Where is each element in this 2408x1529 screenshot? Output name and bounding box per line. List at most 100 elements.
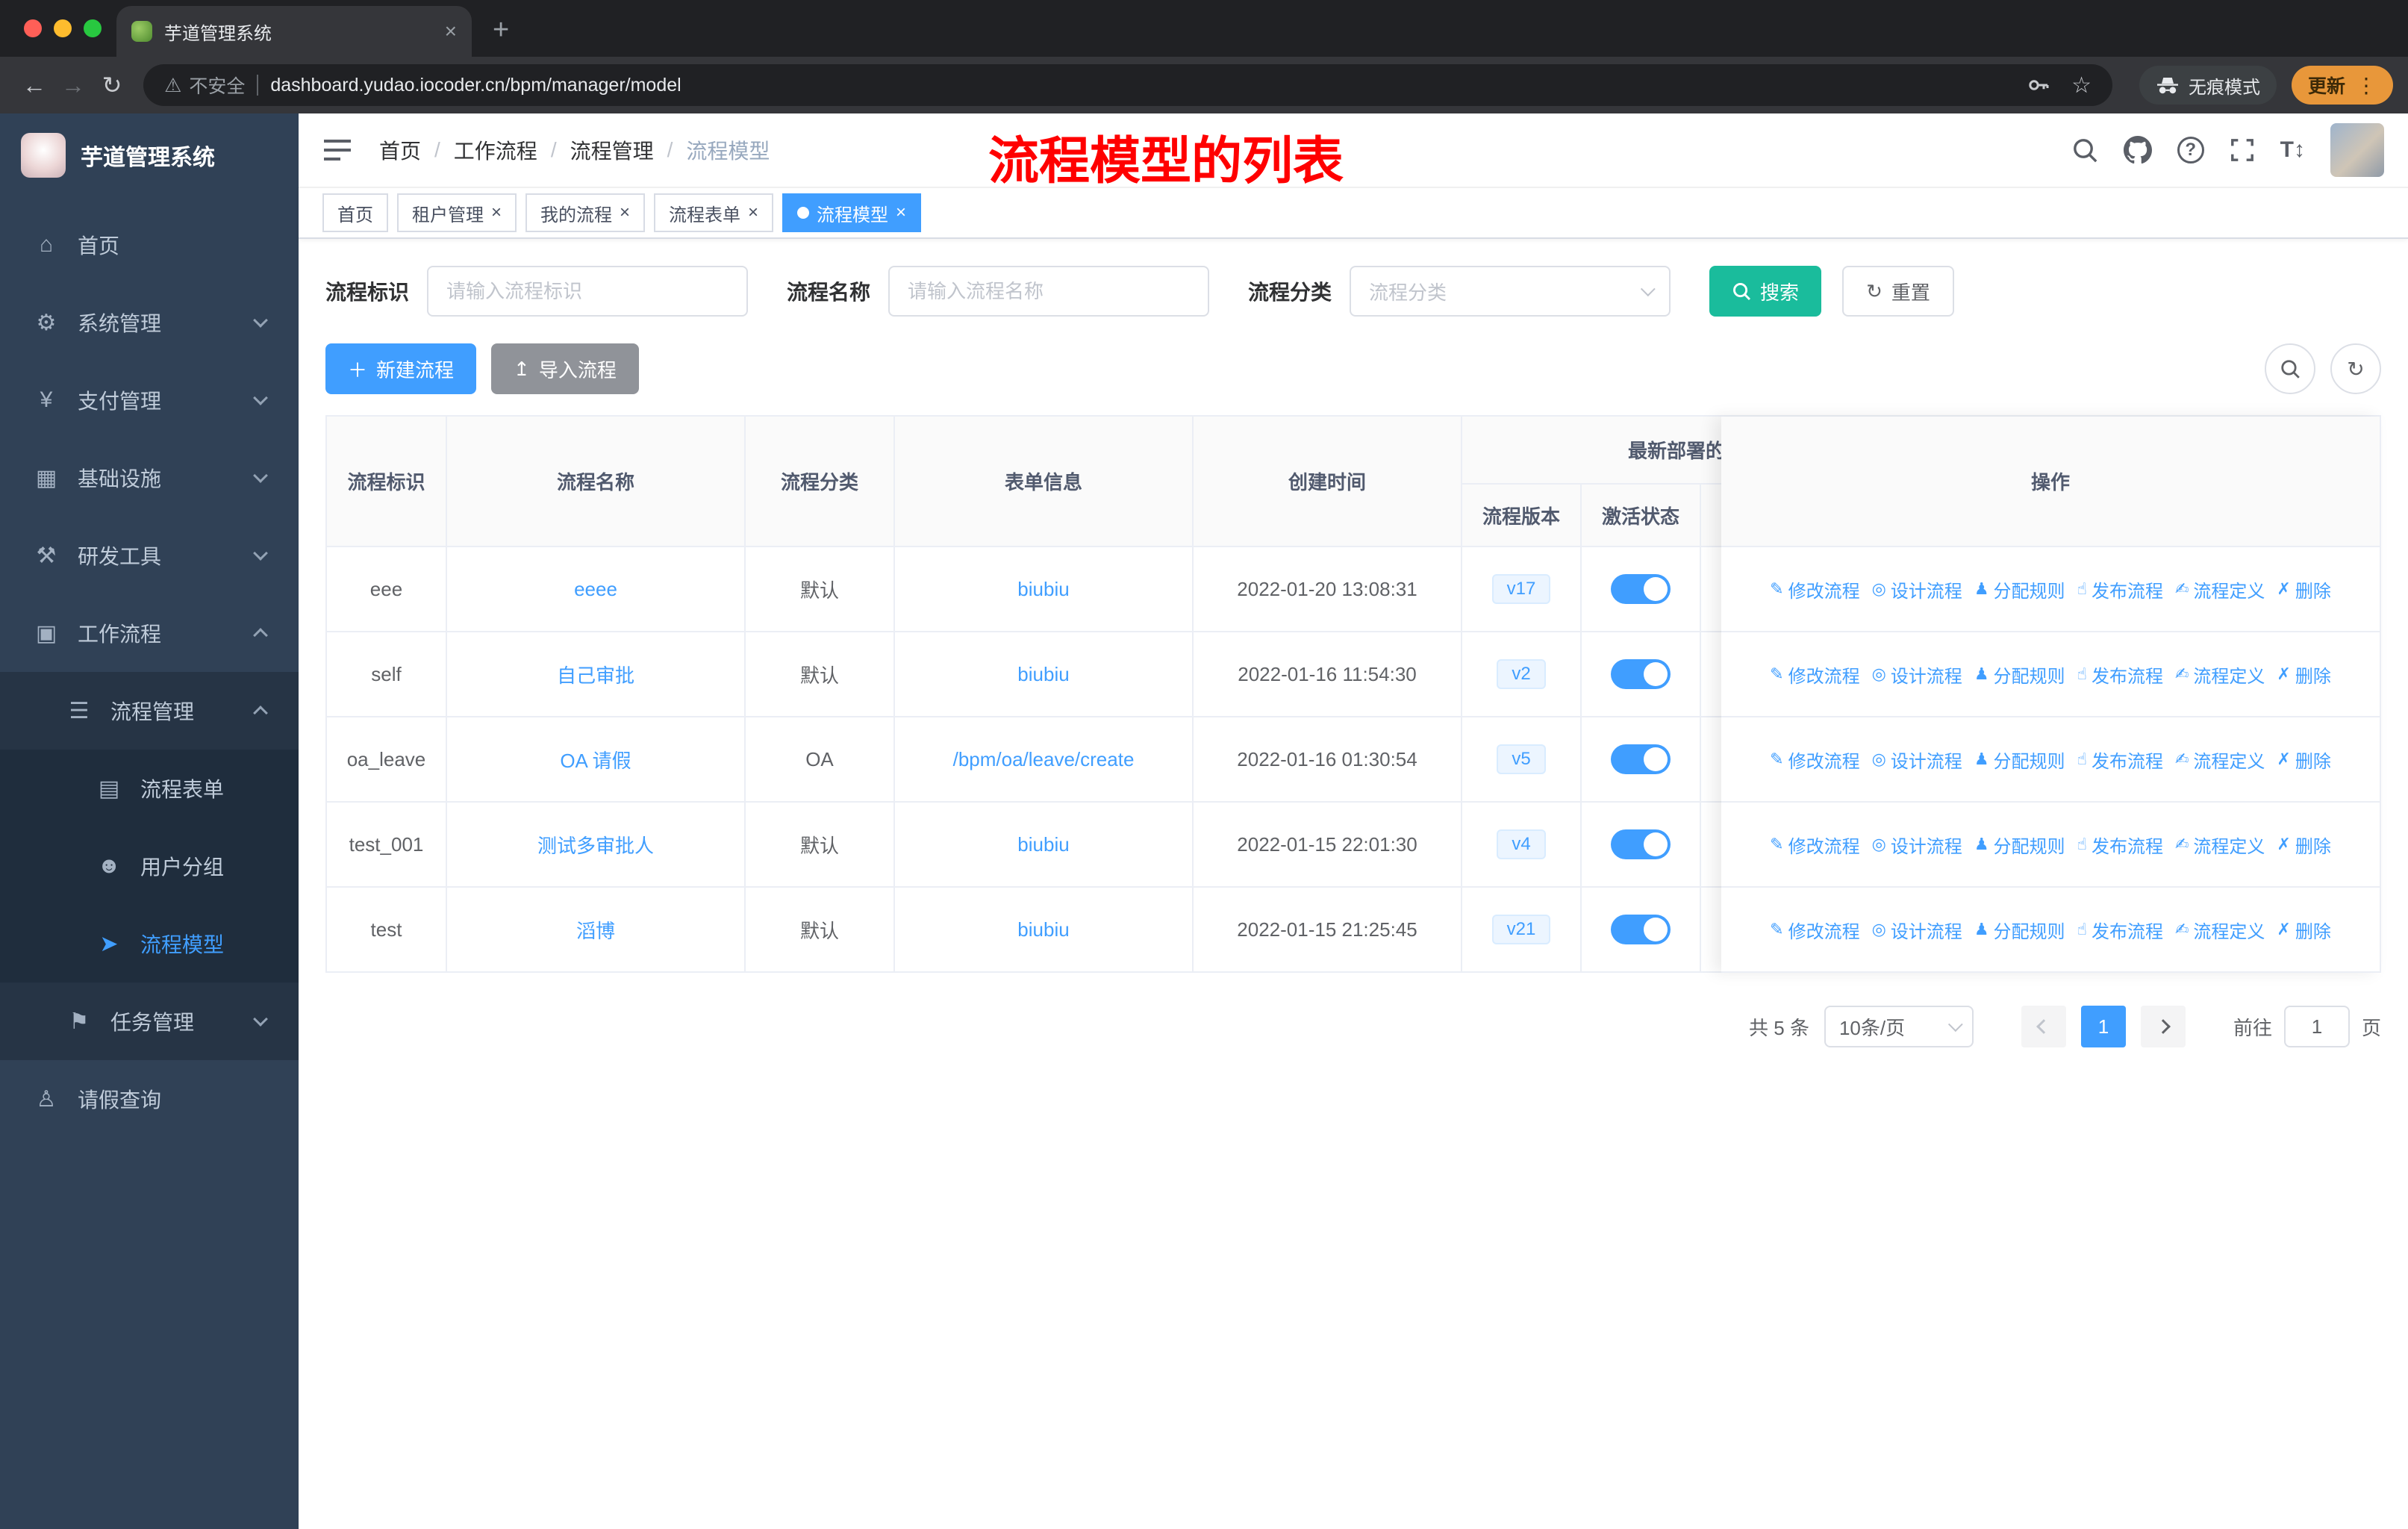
action-publish[interactable]: ☝ 发布流程 xyxy=(2077,747,2163,773)
breadcrumb-item[interactable]: 工作流程 xyxy=(454,135,537,165)
tag-item[interactable]: 租户管理 × xyxy=(397,193,517,232)
tag-item[interactable]: 流程模型 × xyxy=(782,193,922,232)
action-edit[interactable]: ✎ 修改流程 xyxy=(1770,747,1859,773)
sidebar-item-process-form[interactable]: ▤ 流程表单 xyxy=(0,750,299,827)
password-key-icon[interactable] xyxy=(2027,73,2050,97)
process-name-input[interactable] xyxy=(888,266,1210,317)
action-assign[interactable]: ♟ 分配规则 xyxy=(1974,832,2065,858)
reload-icon[interactable]: ↻ xyxy=(93,71,131,99)
action-delete[interactable]: ✗ 删除 xyxy=(2277,747,2330,773)
prev-page-button[interactable] xyxy=(2021,1006,2066,1047)
action-assign[interactable]: ♟ 分配规则 xyxy=(1974,747,2065,773)
active-toggle[interactable] xyxy=(1611,829,1671,859)
user-avatar[interactable] xyxy=(2330,123,2384,177)
sidebar-item-leave-query[interactable]: ♙ 请假查询 xyxy=(0,1060,299,1138)
show-search-button[interactable] xyxy=(2265,343,2315,394)
action-definition[interactable]: ✍ 流程定义 xyxy=(2175,832,2265,858)
browser-tab[interactable]: 芋道管理系统 × xyxy=(116,6,472,57)
action-publish[interactable]: ☝ 发布流程 xyxy=(2077,661,2163,688)
tag-item[interactable]: 我的流程 × xyxy=(525,193,646,232)
breadcrumb-item[interactable]: 流程管理 xyxy=(570,135,654,165)
form-info-link[interactable]: /bpm/oa/leave/create xyxy=(953,748,1135,770)
action-design[interactable]: ◎ 设计流程 xyxy=(1872,917,1962,943)
search-button[interactable]: 搜索 xyxy=(1709,266,1822,317)
process-name-link[interactable]: 自己审批 xyxy=(557,664,634,687)
sidebar-item-task-management[interactable]: ⚑ 任务管理 xyxy=(0,983,299,1060)
sidebar-item-home[interactable]: ⌂ 首页 xyxy=(0,206,299,284)
close-icon[interactable]: × xyxy=(896,202,906,223)
process-key-input[interactable] xyxy=(427,266,749,317)
reset-button[interactable]: ↻ 重置 xyxy=(1842,266,1954,317)
back-icon[interactable]: ← xyxy=(15,72,54,99)
action-delete[interactable]: ✗ 删除 xyxy=(2277,917,2330,943)
action-assign[interactable]: ♟ 分配规则 xyxy=(1974,917,2065,943)
security-status[interactable]: ⚠ 不安全 xyxy=(164,72,245,99)
action-edit[interactable]: ✎ 修改流程 xyxy=(1770,661,1859,688)
sidebar-item-gear[interactable]: ⚙ 系统管理 xyxy=(0,284,299,361)
action-assign[interactable]: ♟ 分配规则 xyxy=(1974,576,2065,602)
hamburger-icon[interactable] xyxy=(322,137,352,163)
active-toggle[interactable] xyxy=(1611,659,1671,689)
sidebar-item-process-model[interactable]: ➤ 流程模型 xyxy=(0,905,299,983)
action-edit[interactable]: ✎ 修改流程 xyxy=(1770,576,1859,602)
action-delete[interactable]: ✗ 删除 xyxy=(2277,576,2330,602)
process-name-link[interactable]: eeee xyxy=(574,578,617,600)
process-name-link[interactable]: 测试多审批人 xyxy=(537,835,654,857)
action-publish[interactable]: ☝ 发布流程 xyxy=(2077,917,2163,943)
action-design[interactable]: ◎ 设计流程 xyxy=(1872,661,1962,688)
action-definition[interactable]: ✍ 流程定义 xyxy=(2175,661,2265,688)
close-icon[interactable]: × xyxy=(748,202,758,223)
form-info-link[interactable]: biubiu xyxy=(1017,833,1069,856)
close-icon[interactable]: × xyxy=(620,202,630,223)
new-tab-button[interactable]: + xyxy=(493,14,509,46)
tag-item[interactable]: 流程表单 × xyxy=(654,193,774,232)
browser-menu-icon[interactable]: ⋮ xyxy=(2356,73,2377,98)
action-edit[interactable]: ✎ 修改流程 xyxy=(1770,917,1859,943)
search-icon[interactable] xyxy=(2071,137,2098,164)
form-info-link[interactable]: biubiu xyxy=(1017,578,1069,600)
form-info-link[interactable]: biubiu xyxy=(1017,663,1069,685)
process-category-select[interactable]: 流程分类 xyxy=(1350,266,1671,317)
action-design[interactable]: ◎ 设计流程 xyxy=(1872,747,1962,773)
active-toggle[interactable] xyxy=(1611,744,1671,774)
next-page-button[interactable] xyxy=(2140,1006,2186,1047)
page-size-select[interactable]: 10条/页 xyxy=(1824,1006,1974,1047)
close-icon[interactable]: × xyxy=(491,202,502,223)
sidebar-item-infrastructure[interactable]: ▦ 基础设施 xyxy=(0,439,299,517)
forward-icon[interactable]: → xyxy=(54,72,93,99)
close-window-button[interactable] xyxy=(24,19,42,37)
action-edit[interactable]: ✎ 修改流程 xyxy=(1770,832,1859,858)
minimize-window-button[interactable] xyxy=(54,19,72,37)
bookmark-star-icon[interactable]: ☆ xyxy=(2071,72,2092,99)
form-info-link[interactable]: biubiu xyxy=(1017,918,1069,941)
action-definition[interactable]: ✍ 流程定义 xyxy=(2175,747,2265,773)
url-bar[interactable]: ⚠ 不安全 dashboard.yudao.iocoder.cn/bpm/man… xyxy=(143,64,2112,106)
action-definition[interactable]: ✍ 流程定义 xyxy=(2175,917,2265,943)
page-number-button[interactable]: 1 xyxy=(2080,1006,2126,1047)
github-icon[interactable] xyxy=(2123,136,2152,164)
maximize-window-button[interactable] xyxy=(84,19,102,37)
breadcrumb-item[interactable]: 流程模型 xyxy=(686,135,770,165)
refresh-table-button[interactable]: ↻ xyxy=(2330,343,2381,394)
active-toggle[interactable] xyxy=(1611,574,1671,604)
help-icon[interactable]: ? xyxy=(2177,137,2204,164)
sidebar-item-workflow[interactable]: ▣ 工作流程 xyxy=(0,594,299,672)
action-design[interactable]: ◎ 设计流程 xyxy=(1872,832,1962,858)
tab-close-icon[interactable]: × xyxy=(445,19,457,43)
action-publish[interactable]: ☝ 发布流程 xyxy=(2077,576,2163,602)
action-definition[interactable]: ✍ 流程定义 xyxy=(2175,576,2265,602)
action-publish[interactable]: ☝ 发布流程 xyxy=(2077,832,2163,858)
sidebar-item-devtools[interactable]: ⚒ 研发工具 xyxy=(0,517,299,594)
sidebar-item-process-management[interactable]: ☰ 流程管理 xyxy=(0,672,299,750)
breadcrumb-item[interactable]: 首页 xyxy=(379,135,421,165)
import-process-button[interactable]: ↥ 导入流程 xyxy=(491,343,639,394)
sidebar-item-user-group[interactable]: ☻ 用户分组 xyxy=(0,827,299,905)
action-delete[interactable]: ✗ 删除 xyxy=(2277,661,2330,688)
goto-page-input[interactable] xyxy=(2283,1006,2350,1047)
process-name-link[interactable]: OA 请假 xyxy=(560,750,631,772)
action-assign[interactable]: ♟ 分配规则 xyxy=(1974,661,2065,688)
font-size-icon[interactable]: T↕ xyxy=(2280,137,2305,163)
create-process-button[interactable]: ＋ 新建流程 xyxy=(325,343,477,394)
process-name-link[interactable]: 滔博 xyxy=(576,920,615,942)
active-toggle[interactable] xyxy=(1611,915,1671,944)
